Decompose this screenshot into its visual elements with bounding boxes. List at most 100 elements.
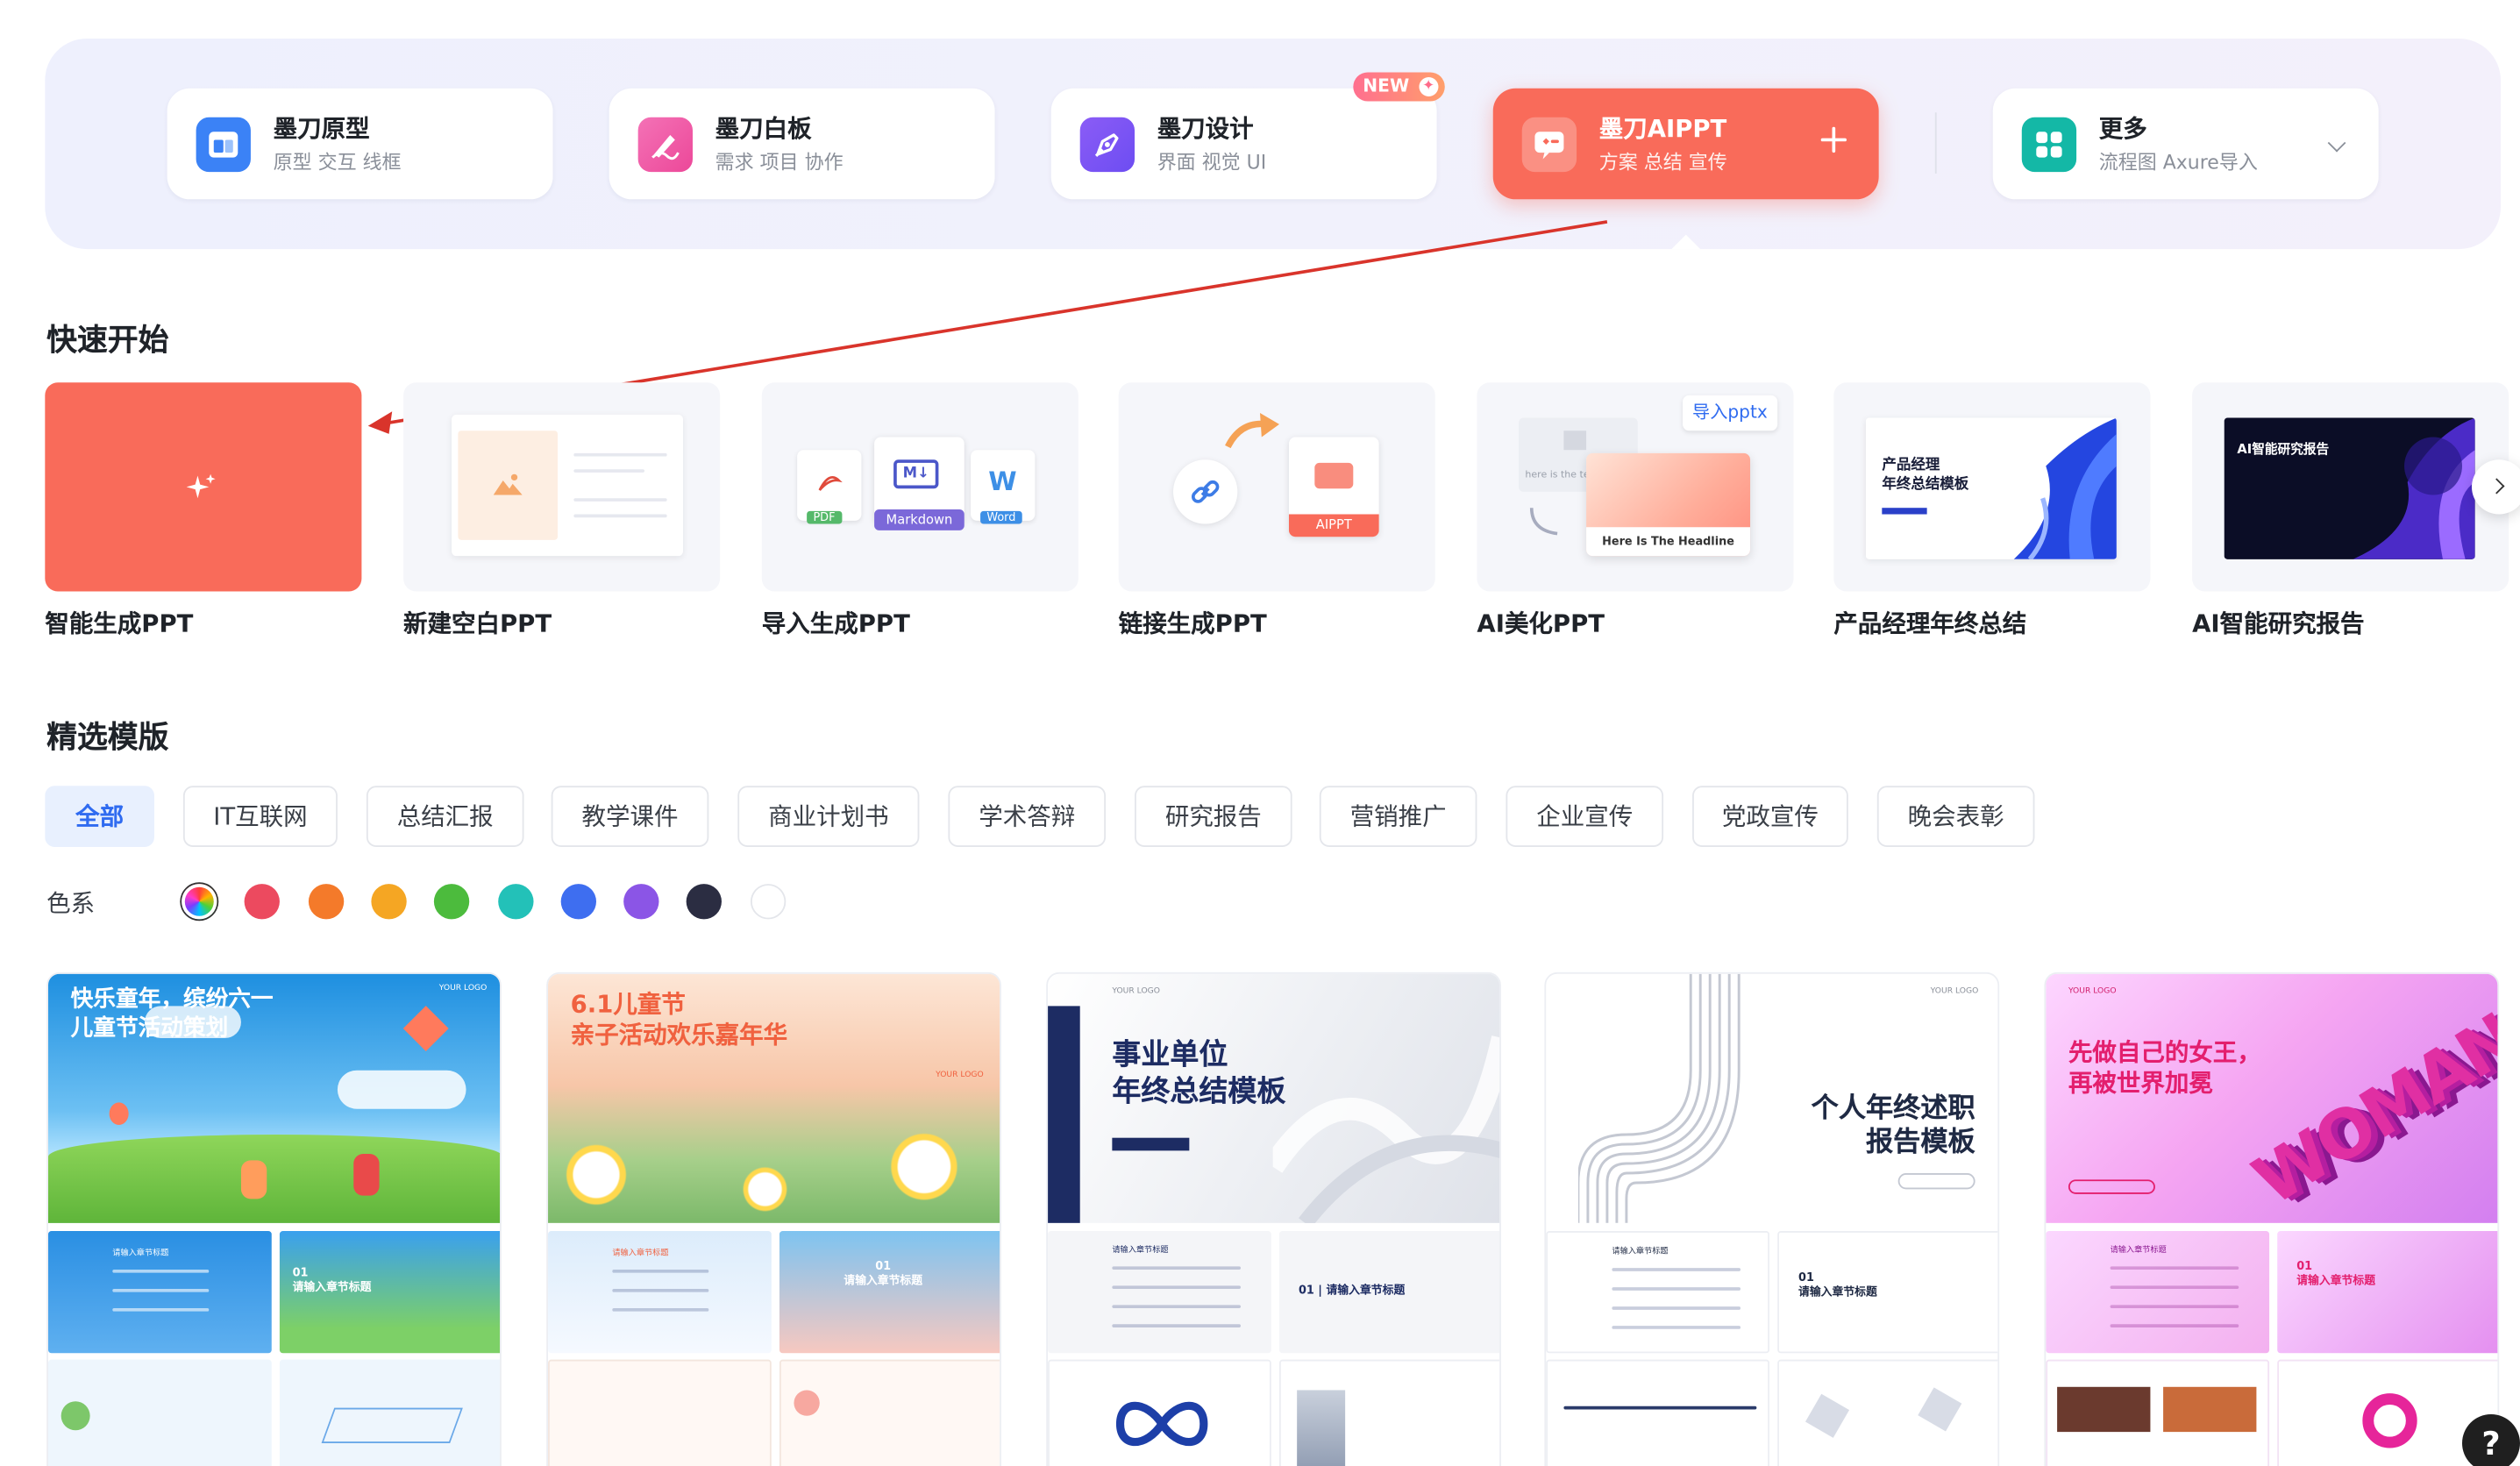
- arrow-right-icon: [1225, 413, 1279, 449]
- color-swatch-orange[interactable]: [308, 884, 345, 920]
- color-swatch-dark[interactable]: [686, 884, 722, 920]
- filter-tab-corporate[interactable]: 企业宣传: [1506, 786, 1664, 847]
- filter-tab-business-plan[interactable]: 商业计划书: [737, 786, 920, 847]
- filter-tab-gala[interactable]: 晚会表彰: [1876, 786, 2035, 847]
- template-card[interactable]: 快乐童年，缤纷六一 儿童节活动策划 YOUR LOGO 请输入章节标题 01 请…: [46, 971, 502, 1466]
- color-swatch-purple[interactable]: [623, 884, 659, 920]
- template-card[interactable]: YOUR LOGO 先做自己的女王， 再被世界加冕 WOMAN 请输入章节标题 …: [2044, 971, 2500, 1466]
- template-page-thumb: 请输入章节标题: [2046, 1231, 2270, 1354]
- markdown-chip: Markdown: [874, 509, 965, 530]
- link-icon: [1173, 459, 1238, 524]
- thumb-text: 请输入章节标题: [112, 1249, 169, 1259]
- thumb-text: 01 请输入章节标题: [844, 1259, 923, 1288]
- arc-lines-decoration: [1577, 973, 1741, 1223]
- template-card[interactable]: YOUR LOGO 事业单位 年终总结模板 请输入章节标题 01 | 请输入章节…: [1046, 971, 1501, 1466]
- thumb-text: 请输入章节标题: [612, 1249, 669, 1259]
- quick-start-card[interactable]: 产品经理 年终总结模板: [1833, 382, 2151, 592]
- help-button[interactable]: ?: [2462, 1413, 2520, 1466]
- filter-tab-teaching[interactable]: 教学课件: [551, 786, 709, 847]
- thumb-text: 01 请输入章节标题: [1798, 1270, 1877, 1299]
- template-page-thumb: [779, 1359, 1000, 1466]
- quick-start-label: AI美化PPT: [1477, 608, 1605, 638]
- color-swatch-blue[interactable]: [560, 884, 597, 920]
- template-cover: YOUR LOGO 先做自己的女王， 再被世界加冕 WOMAN: [2046, 973, 2500, 1223]
- import-pptx-badge: 导入pptx: [1683, 395, 1777, 431]
- quick-start-ai-generate[interactable]: 智能生成PPT: [45, 382, 362, 639]
- color-swatch-red[interactable]: [244, 884, 280, 920]
- quick-start-pm-summary[interactable]: 产品经理 年终总结模板 产品经理年终总结: [1833, 382, 2151, 639]
- color-filter-label: 色系: [46, 888, 96, 918]
- template-page-thumb: 请输入章节标题: [1546, 1231, 1770, 1354]
- template-title: 6.1儿童节 亲子活动欢乐嘉年华: [570, 990, 788, 1050]
- quick-start-blank[interactable]: 新建空白PPT: [403, 382, 721, 639]
- quick-start-ai-report[interactable]: AI智能研究报告 AI智能研究报告: [2192, 382, 2509, 639]
- thumb-text: 请输入章节标题: [1612, 1247, 1669, 1257]
- template-card[interactable]: YOUR LOGO 个人年终述职 报告模板 请输入章节标题 01 请输入章节标题: [1544, 971, 2000, 1466]
- template-page-thumb: [1546, 1359, 1770, 1466]
- filter-tab-research[interactable]: 研究报告: [1135, 786, 1292, 847]
- template-page-thumb: 请输入章节标题: [47, 1231, 272, 1354]
- quick-start-card[interactable]: PDF M↓ Markdown W Word: [761, 382, 1078, 592]
- quick-start-card[interactable]: AI智能研究报告: [2192, 382, 2509, 592]
- template-logo-text: YOUR LOGO: [438, 983, 488, 993]
- template-cover: YOUR LOGO 事业单位 年终总结模板: [1048, 973, 1500, 1223]
- section-title-quick-start: 快速开始: [46, 323, 169, 359]
- template-page-thumb: [279, 1359, 501, 1466]
- thumb-text: 01 请输入章节标题: [292, 1266, 372, 1294]
- quick-start-label: 链接生成PPT: [1118, 608, 1267, 638]
- quick-start-label: 产品经理年终总结: [1833, 608, 2027, 638]
- quick-start-beautify[interactable]: here is the text Here Is The Headline 导入…: [1477, 382, 1794, 639]
- template-page-thumb: [47, 1359, 272, 1466]
- quick-start-label: AI智能研究报告: [2192, 608, 2365, 638]
- thumb-text: 请输入章节标题: [1112, 1245, 1169, 1256]
- color-swatch-all[interactable]: [182, 884, 217, 920]
- template-title: 先做自己的女王， 再被世界加冕: [2068, 1038, 2261, 1098]
- template-page-thumb: 01 请输入章节标题: [1777, 1231, 1998, 1354]
- quick-start-card[interactable]: here is the text Here Is The Headline 导入…: [1477, 382, 1794, 592]
- sparkle-icon: [186, 473, 216, 499]
- color-swatch-green[interactable]: [433, 884, 470, 920]
- beautified-slide-preview: Here Is The Headline: [1586, 452, 1751, 557]
- template-title: 个人年终述职 报告模板: [1811, 1092, 1975, 1159]
- color-swatch-white[interactable]: [750, 884, 787, 920]
- template-page-thumb: 请输入章节标题: [1048, 1231, 1271, 1354]
- quick-start-link[interactable]: AIPPT 链接生成PPT: [1118, 382, 1435, 639]
- template-page-thumb: 请输入章节标题: [548, 1231, 772, 1354]
- filter-tab-marketing[interactable]: 营销推广: [1319, 786, 1477, 847]
- template-page-thumb: [1777, 1359, 1998, 1466]
- template-page-thumb: [1048, 1359, 1271, 1466]
- section-title-templates: 精选模版: [46, 720, 169, 756]
- template-page-thumb: 01 请输入章节标题: [2277, 1231, 2498, 1354]
- color-swatch-yellow[interactable]: [371, 884, 407, 920]
- template-card[interactable]: 6.1儿童节 亲子活动欢乐嘉年华 YOUR LOGO 请输入章节标题 01 请输…: [546, 971, 1001, 1466]
- woman-art-text: WOMAN: [2239, 999, 2500, 1220]
- template-cover: 6.1儿童节 亲子活动欢乐嘉年华 YOUR LOGO: [548, 973, 1000, 1223]
- markdown-file-icon: M↓ Markdown: [874, 437, 965, 530]
- filter-tab-summary[interactable]: 总结汇报: [366, 786, 524, 847]
- quick-start-label: 导入生成PPT: [761, 608, 910, 638]
- quick-start-import[interactable]: PDF M↓ Markdown W Word 导入生成PPT: [761, 382, 1078, 639]
- quick-start-card[interactable]: [403, 382, 721, 592]
- filter-tab-party[interactable]: 党政宣传: [1692, 786, 1848, 847]
- cover-title: AI智能研究报告: [2237, 442, 2330, 457]
- template-logo-text: YOUR LOGO: [936, 1070, 984, 1080]
- template-logo-text: YOUR LOGO: [2068, 986, 2117, 997]
- quick-start-card[interactable]: AIPPT: [1118, 382, 1435, 592]
- filter-tab-academic[interactable]: 学术答辩: [948, 786, 1107, 847]
- curve-arrow-icon: [1529, 508, 1558, 536]
- blank-slide-preview: [452, 414, 683, 557]
- quick-start-card[interactable]: [45, 382, 362, 592]
- template-page-thumb: [2046, 1359, 2270, 1466]
- template-page-thumb: 01 请输入章节标题: [779, 1231, 1000, 1354]
- color-swatch-teal[interactable]: [498, 884, 534, 920]
- filter-tab-it[interactable]: IT互联网: [182, 786, 338, 847]
- template-page-thumb: 01 请输入章节标题: [279, 1231, 501, 1354]
- beautified-headline: Here Is The Headline: [1586, 527, 1751, 557]
- quick-start-label: 新建空白PPT: [403, 608, 552, 638]
- template-logo-text: YOUR LOGO: [1112, 986, 1160, 997]
- aippt-chip: AIPPT: [1288, 514, 1379, 537]
- carousel-next-button[interactable]: [2472, 459, 2520, 515]
- template-page-thumb: [548, 1359, 772, 1466]
- filter-tab-all[interactable]: 全部: [45, 786, 154, 847]
- template-title: 事业单位 年终总结模板: [1112, 1038, 1286, 1108]
